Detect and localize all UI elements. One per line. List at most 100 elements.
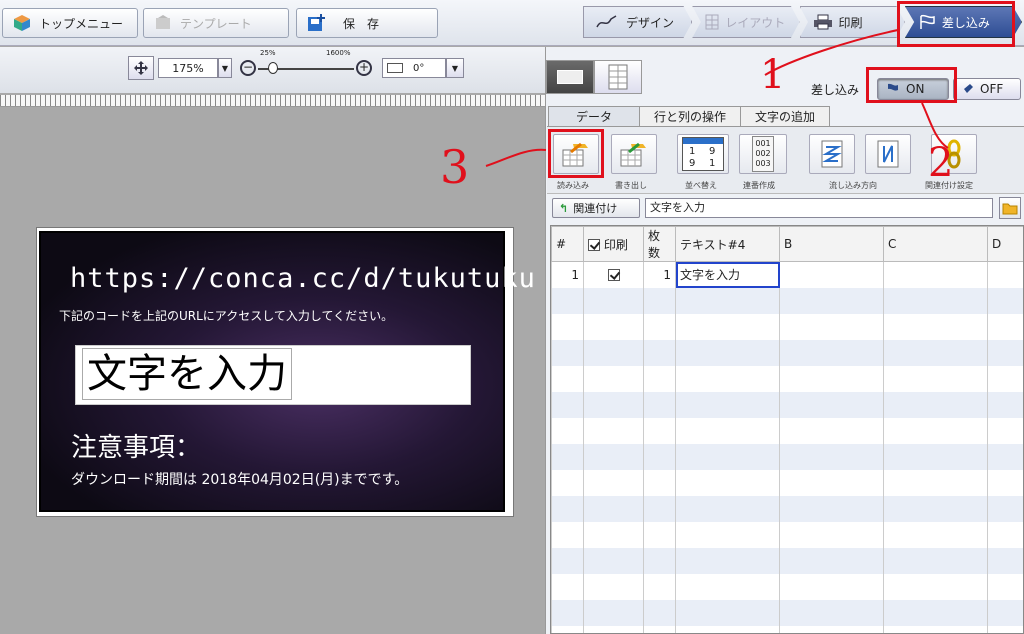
table-row[interactable] <box>551 287 1023 314</box>
empty-cell[interactable] <box>643 287 676 314</box>
empty-cell[interactable] <box>883 313 988 340</box>
export-button[interactable] <box>611 134 657 174</box>
zoom-in-button[interactable]: + <box>356 60 372 76</box>
empty-cell[interactable] <box>675 365 780 392</box>
empty-cell[interactable] <box>583 573 644 600</box>
merge-off-button[interactable]: OFF <box>953 78 1021 100</box>
zoom-dropdown[interactable]: ▼ <box>218 58 232 78</box>
empty-cell[interactable] <box>583 547 644 574</box>
empty-cell[interactable] <box>675 625 780 633</box>
empty-cell[interactable] <box>883 443 988 470</box>
col-header-d[interactable]: D <box>987 226 1023 262</box>
empty-cell[interactable] <box>551 365 584 392</box>
empty-cell[interactable] <box>883 469 988 496</box>
empty-cell[interactable] <box>583 339 644 366</box>
empty-cell[interactable] <box>583 443 644 470</box>
empty-cell[interactable] <box>883 391 988 418</box>
table-row[interactable] <box>551 365 1023 392</box>
card-preview[interactable]: https://conca.cc/d/tukutuku 下記のコードを上記のUR… <box>37 228 535 516</box>
table-row[interactable] <box>551 521 1023 548</box>
empty-cell[interactable] <box>779 469 884 496</box>
cell-b[interactable] <box>779 261 884 288</box>
empty-cell[interactable] <box>643 469 676 496</box>
table-row[interactable] <box>551 573 1023 600</box>
empty-cell[interactable] <box>551 469 584 496</box>
link-field[interactable]: 文字を入力 <box>645 198 993 218</box>
empty-cell[interactable] <box>675 287 780 314</box>
empty-cell[interactable] <box>551 573 584 600</box>
checkbox-icon[interactable] <box>588 239 600 251</box>
empty-cell[interactable] <box>987 417 1023 444</box>
table-row[interactable] <box>551 469 1023 496</box>
card-input-text[interactable]: 文字を入力 <box>82 348 292 400</box>
empty-cell[interactable] <box>643 547 676 574</box>
empty-cell[interactable] <box>779 339 884 366</box>
flow-direction-button-1[interactable] <box>809 134 855 174</box>
empty-cell[interactable] <box>779 391 884 418</box>
col-header-count[interactable]: 枚数 <box>643 226 676 262</box>
empty-cell[interactable] <box>987 573 1023 600</box>
empty-cell[interactable] <box>779 417 884 444</box>
flow-direction-button-2[interactable] <box>865 134 911 174</box>
empty-cell[interactable] <box>551 521 584 548</box>
col-header-number[interactable]: # <box>551 226 584 262</box>
empty-cell[interactable] <box>883 599 988 626</box>
top-menu-button[interactable]: トップメニュー <box>2 8 138 38</box>
table-row[interactable] <box>551 313 1023 340</box>
col-header-c[interactable]: C <box>883 226 988 262</box>
table-row[interactable] <box>551 391 1023 418</box>
empty-cell[interactable] <box>987 313 1023 340</box>
empty-cell[interactable] <box>583 599 644 626</box>
empty-cell[interactable] <box>583 287 644 314</box>
empty-cell[interactable] <box>643 625 676 633</box>
zoom-slider-thumb[interactable] <box>268 62 278 74</box>
sort-button[interactable]: 19 91 <box>677 134 729 174</box>
empty-cell[interactable] <box>883 339 988 366</box>
empty-cell[interactable] <box>583 365 644 392</box>
template-button[interactable]: テンプレート <box>143 8 289 38</box>
empty-cell[interactable] <box>675 313 780 340</box>
merge-on-button[interactable]: ON <box>877 78 949 100</box>
link-button[interactable]: ↰ 関連付け <box>552 198 640 218</box>
empty-cell[interactable] <box>551 495 584 522</box>
empty-cell[interactable] <box>643 495 676 522</box>
empty-cell[interactable] <box>643 391 676 418</box>
zoom-out-button[interactable]: − <box>240 60 256 76</box>
empty-cell[interactable] <box>675 443 780 470</box>
empty-cell[interactable] <box>987 365 1023 392</box>
empty-cell[interactable] <box>779 365 884 392</box>
cell-c[interactable] <box>883 261 988 288</box>
table-row[interactable] <box>551 417 1023 444</box>
empty-cell[interactable] <box>675 339 780 366</box>
col-header-text4[interactable]: テキスト#4 <box>675 226 780 262</box>
cell-count[interactable]: 1 <box>643 261 676 288</box>
empty-cell[interactable] <box>675 573 780 600</box>
empty-cell[interactable] <box>551 313 584 340</box>
empty-cell[interactable] <box>987 443 1023 470</box>
empty-cell[interactable] <box>583 625 644 633</box>
card-input-box[interactable]: 文字を入力 <box>75 345 471 405</box>
rotation-field[interactable]: 0° <box>382 58 446 78</box>
empty-cell[interactable] <box>583 391 644 418</box>
empty-cell[interactable] <box>675 417 780 444</box>
import-button[interactable] <box>553 134 599 174</box>
empty-cell[interactable] <box>551 417 584 444</box>
single-view-button[interactable] <box>546 60 594 94</box>
empty-cell[interactable] <box>551 625 584 633</box>
empty-cell[interactable] <box>675 469 780 496</box>
empty-cell[interactable] <box>551 287 584 314</box>
empty-cell[interactable] <box>779 599 884 626</box>
empty-cell[interactable] <box>675 547 780 574</box>
empty-cell[interactable] <box>987 625 1023 633</box>
empty-cell[interactable] <box>551 443 584 470</box>
open-folder-button[interactable] <box>999 197 1021 219</box>
empty-cell[interactable] <box>987 339 1023 366</box>
rotation-dropdown[interactable]: ▼ <box>446 58 464 78</box>
empty-cell[interactable] <box>883 365 988 392</box>
empty-cell[interactable] <box>583 495 644 522</box>
list-view-button[interactable] <box>594 60 642 94</box>
empty-cell[interactable] <box>779 495 884 522</box>
empty-cell[interactable] <box>551 547 584 574</box>
empty-cell[interactable] <box>643 417 676 444</box>
empty-cell[interactable] <box>643 521 676 548</box>
